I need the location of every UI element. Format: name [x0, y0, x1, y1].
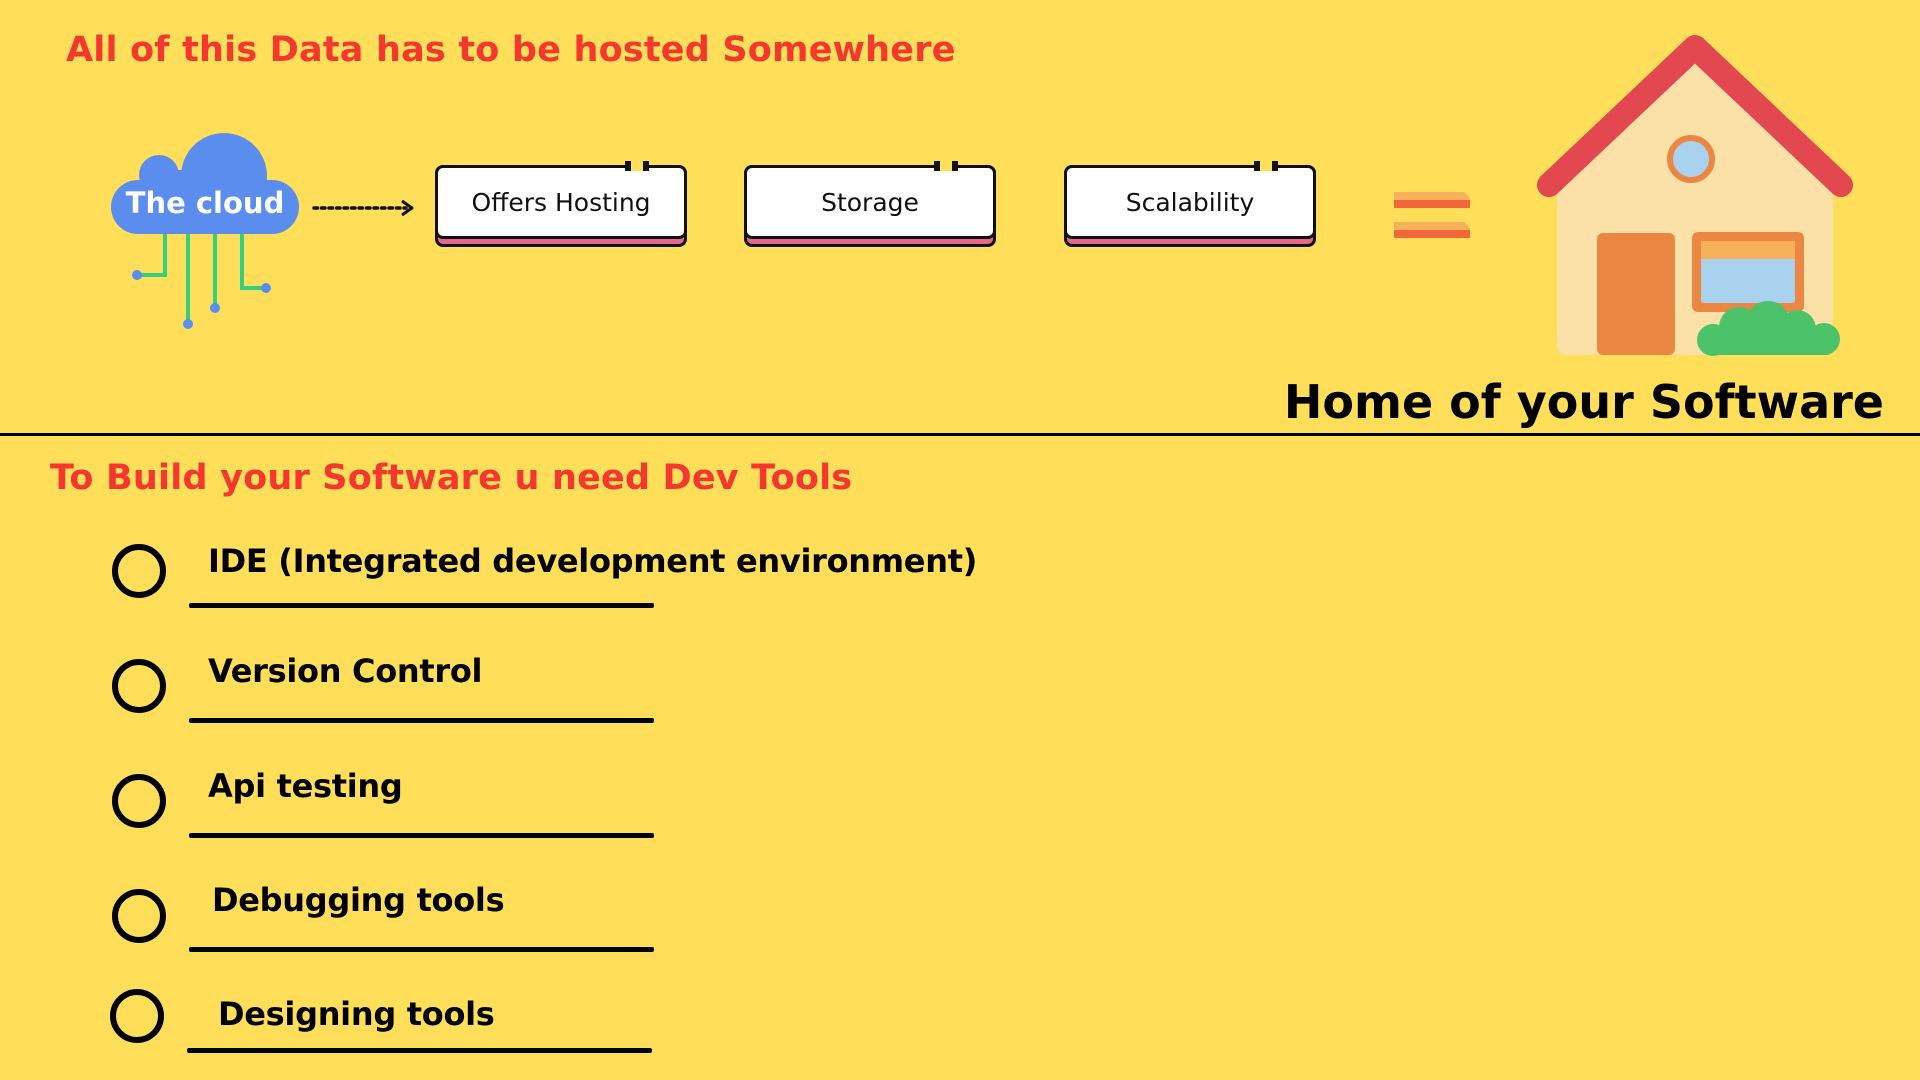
box-notch-decoration [1254, 161, 1278, 171]
cloud-label: The cloud [125, 186, 285, 220]
devtool-item-version-control: Version Control [208, 652, 483, 690]
cloud-network-icon [111, 133, 299, 329]
item-underline [189, 718, 654, 723]
devtools-title: To Build your Software u need Dev Tools [50, 458, 853, 498]
box-notch-decoration [625, 161, 649, 171]
home-caption: Home of your Software [1283, 375, 1884, 429]
devtool-item-api-testing: Api testing [208, 767, 403, 805]
equals-sign-icon [1394, 192, 1470, 238]
box-notch-decoration [934, 161, 958, 171]
section-divider [0, 433, 1920, 436]
devtool-item-debugging-tools: Debugging tools [212, 881, 505, 919]
item-underline [189, 833, 654, 838]
item-underline [189, 947, 654, 952]
item-underline [187, 1048, 652, 1053]
devtool-item-ide: IDE (Integrated development environment) [208, 542, 978, 580]
circle-outline-icon [112, 889, 166, 943]
item-underline [189, 603, 654, 608]
feature-label: Offers Hosting [435, 165, 687, 239]
feature-box-scalability: Scalability [1064, 161, 1316, 247]
dotted-arrow-right-icon [312, 199, 414, 217]
house-icon [1537, 35, 1853, 356]
devtool-item-designing-tools: Designing tools [218, 995, 495, 1033]
feature-label: Scalability [1064, 165, 1316, 239]
cloud-node: The cloud [105, 130, 305, 340]
feature-box-offers-hosting: Offers Hosting [435, 161, 687, 247]
feature-label: Storage [744, 165, 996, 239]
circle-outline-icon [112, 659, 166, 713]
circle-outline-icon [110, 989, 164, 1043]
circle-outline-icon [112, 774, 166, 828]
feature-box-storage: Storage [744, 161, 996, 247]
hosting-title: All of this Data has to be hosted Somewh… [66, 30, 956, 70]
circle-outline-icon [112, 544, 166, 598]
